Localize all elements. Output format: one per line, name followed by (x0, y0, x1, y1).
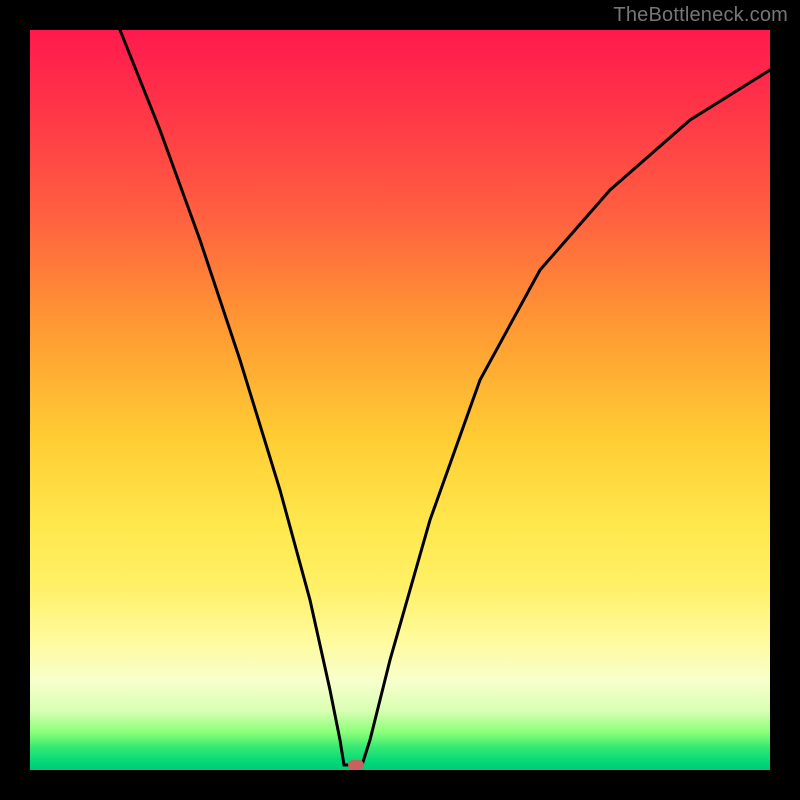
watermark-text: TheBottleneck.com (613, 4, 788, 27)
bottleneck-curve (30, 30, 770, 770)
optimal-point-marker (348, 760, 364, 770)
chart-area (30, 30, 770, 770)
